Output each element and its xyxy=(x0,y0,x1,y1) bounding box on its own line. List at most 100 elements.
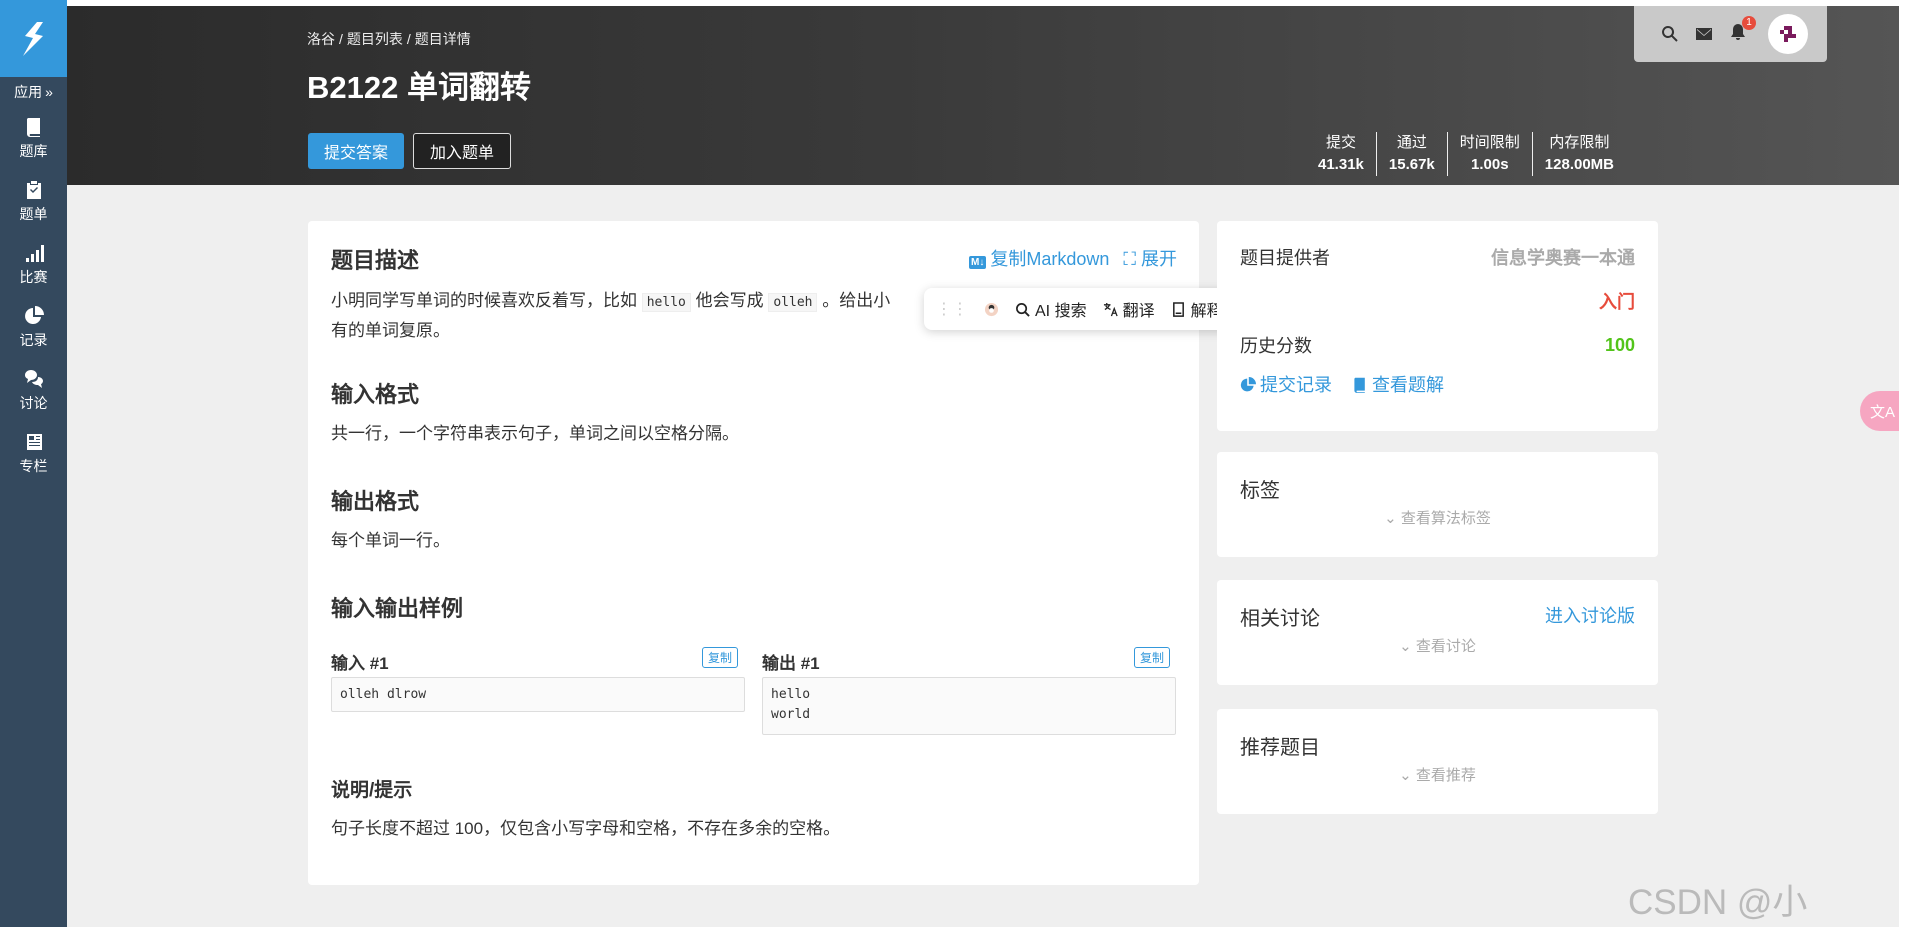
description-actions: M↓ 复制Markdown ⛶ 展开 xyxy=(969,245,1177,271)
chevron-down-icon: ⌄ xyxy=(1399,767,1416,784)
output-sample-box: hello world xyxy=(762,677,1176,735)
submit-answer-button[interactable]: 提交答案 xyxy=(308,133,404,169)
breadcrumb-problem-list[interactable]: 题目列表 xyxy=(347,31,403,47)
sidebar-item-discuss[interactable]: 讨论 xyxy=(0,359,67,422)
submission-records-link[interactable]: 提交记录 xyxy=(1240,371,1332,397)
difficulty-value: 入门 xyxy=(1599,292,1635,312)
book-open-icon xyxy=(1172,301,1184,317)
book-icon xyxy=(1354,377,1365,393)
sidebar-item-problem-lists[interactable]: 题单 xyxy=(0,170,67,233)
output-format-title: 输出格式 xyxy=(331,489,420,514)
ai-search-icon xyxy=(1016,302,1030,317)
chevron-down-icon: ⌄ xyxy=(1384,510,1401,527)
sidebar-item-label: 专栏 xyxy=(19,457,48,474)
difficulty-row: 入门 xyxy=(1240,279,1635,323)
newspaper-icon xyxy=(26,433,42,450)
drag-handle-icon[interactable]: ⋮⋮ xyxy=(936,299,968,319)
hint-title: 说明/提示 xyxy=(331,780,413,801)
info-links: 提交记录 查看题解 xyxy=(1240,371,1635,397)
breadcrumb-current: 题目详情 xyxy=(414,31,471,47)
translate-icon xyxy=(1103,302,1118,316)
input-format-text: 共一行，一个字符串表示句子，单词之间以空格分隔。 xyxy=(331,424,739,443)
view-solution-link[interactable]: 查看题解 xyxy=(1352,371,1444,397)
translate-button[interactable]: 翻译 xyxy=(1103,297,1155,321)
clipboard-icon xyxy=(26,180,41,199)
hint-text: 句子长度不超过 100，仅包含小写字母和空格，不存在多余的空格。 xyxy=(331,819,841,838)
discussion-header: 相关讨论 进入讨论版 xyxy=(1240,602,1635,631)
bars-icon xyxy=(25,244,44,262)
sidebar-item-label: 记录 xyxy=(19,331,48,348)
chevron-down-icon: ⌄ xyxy=(1399,638,1416,655)
notification-button[interactable]: 1 xyxy=(1728,15,1756,47)
discussion-card: 相关讨论 进入讨论版 ⌄ 查看讨论 xyxy=(1217,580,1658,685)
ai-search-button[interactable]: AI 搜索 xyxy=(1015,297,1087,321)
sidebar-item-label: 题单 xyxy=(19,205,48,222)
avatar-pattern-icon xyxy=(1778,24,1798,44)
output-format-text: 每个单词一行。 xyxy=(331,531,450,550)
sidebar-item-contests[interactable]: 比赛 xyxy=(0,233,67,296)
avatar[interactable] xyxy=(1768,14,1808,54)
double-chevron-right-icon: » xyxy=(45,84,53,100)
pie-icon xyxy=(24,305,44,324)
history-score-label: 历史分数 xyxy=(1240,336,1312,356)
provider-value[interactable]: 信息学奥赛一本通 xyxy=(1491,244,1635,270)
output-sample-label: 输出 #1 xyxy=(762,654,820,673)
assistant-avatar[interactable] xyxy=(984,302,999,317)
markdown-icon: M↓ xyxy=(969,256,987,269)
provider-row: 题目提供者 信息学奥赛一本通 xyxy=(1240,235,1635,279)
mail-icon[interactable] xyxy=(1694,24,1714,44)
recommend-title: 推荐题目 xyxy=(1240,737,1320,759)
history-score-row: 历史分数 100 xyxy=(1240,323,1635,367)
luogu-logo[interactable] xyxy=(0,0,67,77)
view-discussion-link[interactable]: ⌄ 查看讨论 xyxy=(1240,635,1635,656)
stat-time-limit: 时间限制 1.00s xyxy=(1446,132,1532,176)
input-sample-box: olleh dlrow xyxy=(331,677,745,712)
enter-discussion-link[interactable]: 进入讨论版 xyxy=(1545,602,1635,631)
problem-info-card: 题目提供者 信息学奥赛一本通 入门 历史分数 100 提交记录 查看题解 xyxy=(1217,221,1658,431)
book-icon xyxy=(26,117,40,137)
input-sample-label: 输入 #1 xyxy=(331,654,389,673)
apps-menu[interactable]: 应用 » xyxy=(0,77,67,107)
copy-input-button[interactable]: 复制 xyxy=(702,647,739,668)
stat-memory-limit: 内存限制 128.00MB xyxy=(1531,132,1626,176)
sidebar-item-columns[interactable]: 专栏 xyxy=(0,422,67,485)
view-recommend-link[interactable]: ⌄ 查看推荐 xyxy=(1240,764,1635,785)
breadcrumb: 洛谷 / 题目列表 / 题目详情 xyxy=(307,31,471,47)
pie-icon xyxy=(1240,377,1256,392)
sidebar-item-problems[interactable]: 题库 xyxy=(0,107,67,170)
inline-code: hello xyxy=(641,293,691,312)
watermark: CSDN @小 xyxy=(1628,883,1808,922)
sidebar-item-label: 讨论 xyxy=(19,394,48,411)
user-toolbar: 1 xyxy=(1634,6,1827,62)
expand-link[interactable]: ⛶ 展开 xyxy=(1123,245,1177,271)
explain-button[interactable]: 解释 xyxy=(1171,297,1223,321)
expand-icon: ⛶ xyxy=(1123,249,1141,269)
chat-icon xyxy=(24,369,43,388)
breadcrumb-home[interactable]: 洛谷 xyxy=(307,31,335,47)
sidebar-item-label: 比赛 xyxy=(19,268,48,285)
translate-float-button[interactable]: 文A xyxy=(1860,391,1902,431)
problem-header: 洛谷 / 题目列表 / 题目详情 B2122 单词翻转 提交答案 加入题单 提交 41.… xyxy=(67,6,1899,185)
sidebar-item-records[interactable]: 记录 xyxy=(0,296,67,359)
problem-stats: 提交 41.31k 通过 15.67k 时间限制 1.00s 内存限制 128.… xyxy=(1306,132,1626,176)
copy-output-button[interactable]: 复制 xyxy=(1134,647,1171,668)
add-to-list-button[interactable]: 加入题单 xyxy=(413,133,511,169)
scrollbar[interactable] xyxy=(1899,0,1920,927)
view-tags-link[interactable]: ⌄ 查看算法标签 xyxy=(1240,507,1635,528)
recommend-card: 推荐题目 ⌄ 查看推荐 xyxy=(1217,709,1658,814)
notification-badge: 1 xyxy=(1742,15,1756,30)
samples-title: 输入输出样例 xyxy=(331,596,464,621)
sidebar-item-label: 题库 xyxy=(19,142,48,159)
luogu-logo-icon xyxy=(22,21,43,56)
inline-code: olleh xyxy=(768,293,818,312)
stat-submissions: 提交 41.31k xyxy=(1318,134,1364,173)
stat-accepted: 通过 15.67k xyxy=(1375,132,1447,176)
tags-title: 标签 xyxy=(1240,480,1280,502)
sidebar: 应用 » 题库 题单 比赛 记录 讨论 专栏 xyxy=(0,0,67,927)
input-format-title: 输入格式 xyxy=(331,382,420,407)
search-icon[interactable] xyxy=(1660,24,1680,44)
tags-card: 标签 ⌄ 查看算法标签 xyxy=(1217,452,1658,557)
discussion-title: 相关讨论 xyxy=(1240,608,1320,630)
copy-markdown-link[interactable]: M↓ 复制Markdown xyxy=(969,245,1109,271)
assistant-icon xyxy=(984,302,999,316)
